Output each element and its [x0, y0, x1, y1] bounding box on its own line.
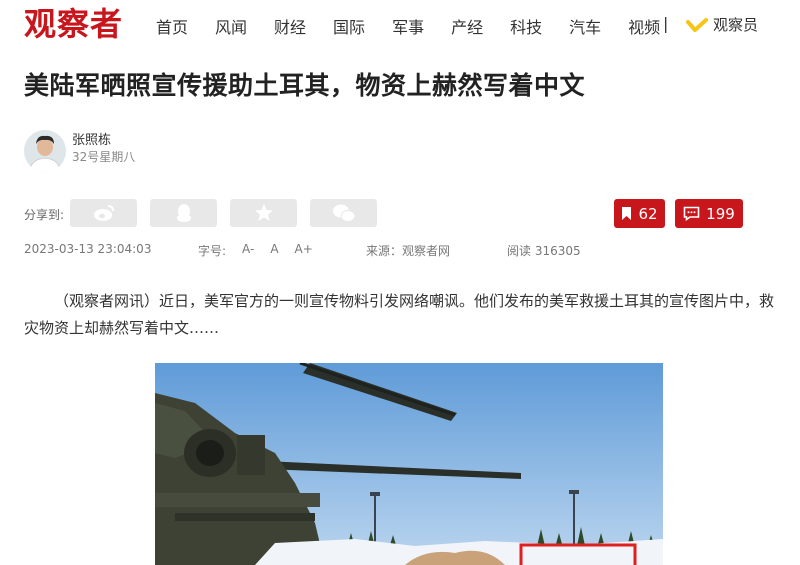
- comment-icon: [683, 206, 700, 221]
- read-count: 阅读 316305: [507, 244, 581, 258]
- bookmark-count-button[interactable]: 62: [614, 199, 665, 228]
- nav-item-home[interactable]: 首页: [156, 14, 188, 38]
- author-name[interactable]: 张照栋: [72, 129, 111, 148]
- article-photo: [155, 363, 663, 565]
- crown-check-icon: [686, 17, 708, 32]
- nav-item-international[interactable]: 国际: [333, 14, 365, 38]
- bookmark-count: 62: [638, 204, 658, 223]
- font-size-increase[interactable]: A+: [295, 242, 313, 259]
- comment-count-button[interactable]: 199: [675, 199, 743, 228]
- publish-datetime: 2023-03-13 23:04:03: [24, 242, 152, 256]
- member-link[interactable]: 观察员: [686, 14, 758, 35]
- nav-item-military[interactable]: 军事: [392, 14, 424, 38]
- main-nav: 首页 风闻 财经 国际 军事 产经 科技 汽车 视频: [156, 14, 687, 38]
- nav-item-video[interactable]: 视频: [628, 14, 660, 38]
- nav-item-finance[interactable]: 财经: [274, 14, 306, 38]
- article-source: 来源：观察者网: [366, 244, 451, 258]
- nav-item-fengwen[interactable]: 风闻: [215, 14, 247, 38]
- weibo-icon: [93, 205, 114, 221]
- site-logo[interactable]: 观察者: [24, 4, 123, 44]
- font-size-decrease[interactable]: A-: [242, 242, 254, 259]
- article-lead-paragraph: （观察者网讯）近日，美军官方的一则宣传物料引发网络嘲讽。他们发布的美军救援土耳其…: [24, 292, 775, 337]
- nav-item-auto[interactable]: 汽车: [569, 14, 601, 38]
- share-wechat-button[interactable]: [310, 199, 377, 227]
- qq-icon: [176, 204, 191, 222]
- font-size-normal[interactable]: A: [270, 242, 278, 259]
- share-weibo-button[interactable]: [70, 199, 137, 227]
- nav-item-tech[interactable]: 科技: [510, 14, 542, 38]
- share-qq-button[interactable]: [150, 199, 217, 227]
- bookmark-icon: [622, 207, 632, 220]
- font-size-label: 字号:: [198, 244, 227, 258]
- nav-item-industry[interactable]: 产经: [451, 14, 483, 38]
- wechat-icon: [332, 204, 355, 222]
- font-size-control: 字号: A- A A+: [198, 242, 329, 259]
- author-subtitle: 32号星期八: [72, 150, 136, 164]
- nav-separator: |: [663, 14, 669, 33]
- member-label: 观察员: [713, 16, 759, 34]
- share-label: 分享到:: [24, 208, 65, 222]
- article-title: 美陆军晒照宣传援助土耳其，物资上赫然写着中文: [24, 71, 586, 100]
- comment-count: 199: [706, 204, 735, 223]
- author-avatar[interactable]: [24, 130, 66, 172]
- qzone-star-icon: [254, 204, 273, 221]
- share-qzone-button[interactable]: [230, 199, 297, 227]
